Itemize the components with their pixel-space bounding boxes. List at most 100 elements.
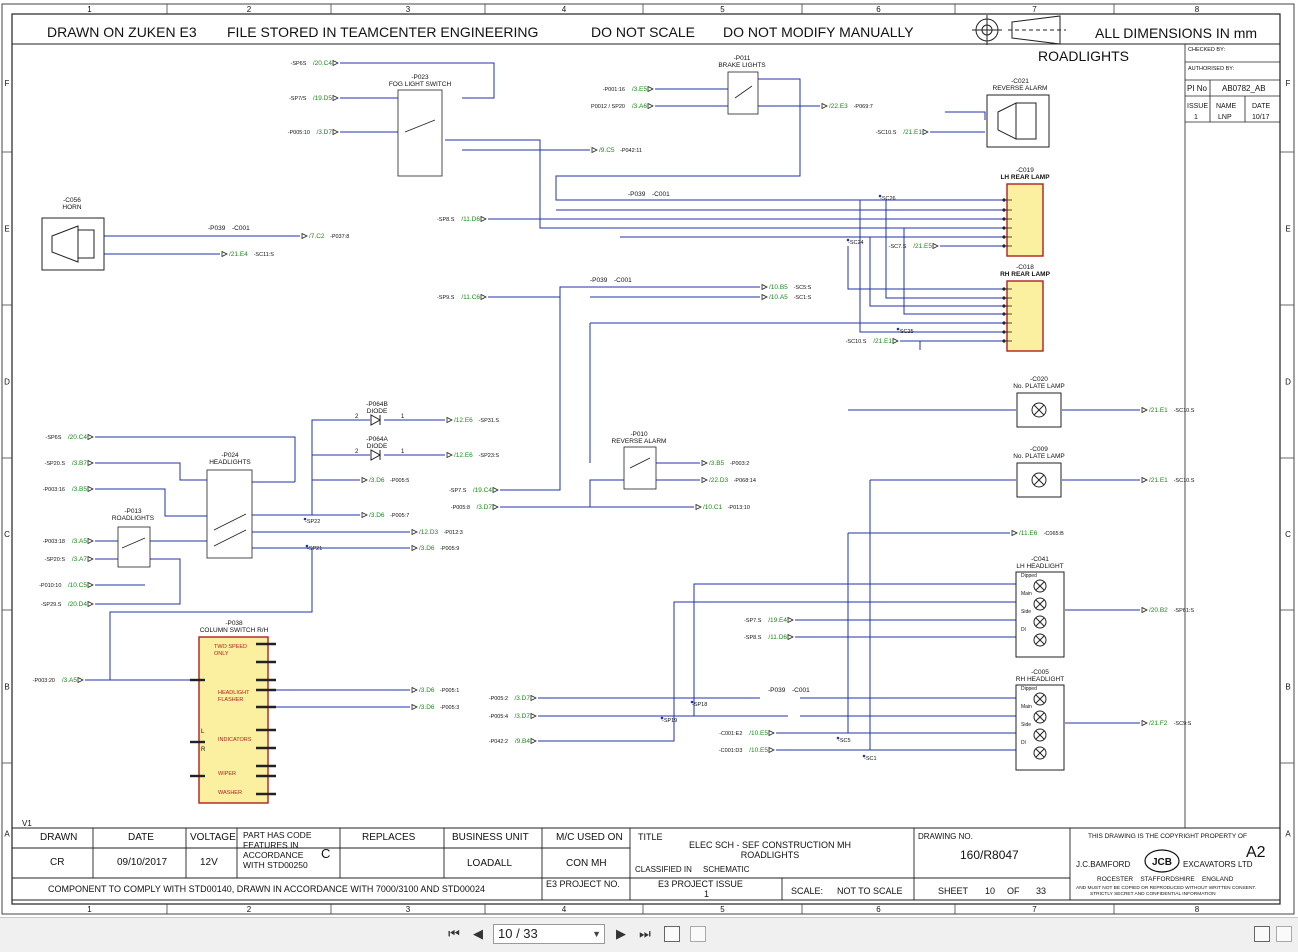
xref-signal: -SC10.S	[876, 130, 897, 136]
page-selector[interactable]: 10 / 33 ▼	[493, 924, 605, 944]
connector-c001-label: -C001	[792, 687, 810, 694]
paste-page-icon[interactable]	[690, 926, 706, 942]
thumbnail-view-icon[interactable]	[1276, 926, 1292, 942]
xref-ref: /3.A5	[62, 677, 78, 684]
tb-voltage-label: VOLTAGE	[190, 832, 236, 843]
plate-lamp-c009-id: -C009	[1030, 446, 1048, 453]
xref-ref: /9.B4	[515, 738, 531, 745]
xref-ref: /22.E3	[829, 103, 848, 110]
tb-classified-value: SCHEMATIC	[703, 865, 750, 874]
tb-classified-label: CLASSIFIED IN	[635, 865, 692, 874]
copy-page-icon[interactable]	[664, 926, 680, 942]
column-switch-section: INDICATORS	[218, 737, 252, 743]
xref-signal: -P005:4	[489, 714, 508, 720]
tb-part-code-class: C	[321, 846, 330, 861]
first-page-icon[interactable]: ⏮	[445, 927, 463, 943]
xref-ref: /20.C4	[68, 434, 88, 441]
checked-by-label: CHECKED BY:	[1188, 47, 1225, 53]
xref-ref: /20.B2	[1149, 607, 1168, 614]
headlight-lamp-label: Side	[1021, 722, 1031, 728]
xref-signal: -SC11:S	[254, 252, 275, 258]
horn-name: HORN	[62, 204, 81, 211]
xref-signal: -SC7.S	[889, 244, 907, 250]
sheet-title: ROADLIGHTS	[1038, 48, 1129, 64]
headlight-lamp-label: Dipped	[1021, 573, 1037, 579]
column-switch-section: ONLY	[214, 651, 229, 657]
xref-signal: -SC10.S	[846, 339, 867, 345]
column-marker-bottom: 3	[406, 905, 411, 914]
previous-page-icon[interactable]: ◀	[469, 927, 487, 943]
rh-rear-lamp-name: RH REAR LAMP	[1000, 271, 1050, 278]
headlight-lamp-label: Dl	[1021, 627, 1026, 633]
row-marker-left: A	[4, 830, 10, 839]
column-switch-section: WIPER	[218, 771, 236, 777]
xref-signal: -P005:8	[451, 505, 470, 511]
diode-p064a-id: -P064A	[366, 436, 388, 443]
tb-sheet-label: SHEET	[938, 886, 969, 896]
xref-signal: -SC5:S	[794, 285, 812, 291]
xref-ref: /21.F2	[1149, 720, 1168, 727]
xref-ref: /3.D7	[316, 129, 332, 136]
xref-signal: -SP29.S	[41, 602, 62, 608]
xref-signal: -SP8.S	[744, 635, 762, 641]
xref-signal: -P012:3	[444, 530, 463, 536]
xref-ref: /21.E4	[229, 251, 248, 258]
xref-ref: /3.D6	[419, 704, 435, 711]
headlight-lamp-label: Side	[1021, 609, 1031, 615]
name-value: LNP	[1218, 114, 1232, 121]
tb-date-value: 09/10/2017	[117, 857, 167, 868]
rh-headlight-id: -C005	[1031, 669, 1049, 676]
schematic-sheet: 1122334455667788 F FE ED DC CB BA A DRAWN ON Z…	[0, 0, 1298, 917]
xref-ref: /3.E5	[632, 86, 648, 93]
xref-ref: /21.E5	[913, 243, 932, 250]
column-marker-bottom: 8	[1195, 905, 1200, 914]
tb-title-line1: ELEC SCH - SEF CONSTRUCTION MH	[689, 840, 851, 850]
tb-scale-label: SCALE:	[791, 886, 823, 896]
column-marker-top: 6	[876, 5, 881, 14]
column-marker-bottom: 1	[87, 905, 92, 914]
tb-company-right: EXCAVATORS LTD	[1183, 860, 1253, 869]
column-switch-section: TWO SPEED	[214, 644, 247, 650]
row-marker-right: B	[1285, 683, 1290, 692]
row-marker-right: A	[1285, 830, 1291, 839]
xref-ref: /19.D5	[313, 95, 333, 102]
reverse-alarm-switch-name: REVERSE ALARM	[612, 438, 667, 445]
horn-id: -C056	[63, 197, 81, 204]
pi-no-value: AB0782_AB	[1222, 84, 1266, 93]
column-marker-top: 3	[406, 5, 411, 14]
lh-rear-lamp-id: -C019	[1016, 167, 1034, 174]
brake-lights-body	[727, 71, 759, 115]
plate-lamp-c020-id: -C020	[1030, 376, 1048, 383]
xref-ref: /9.C5	[599, 147, 615, 154]
xref-ref: /3.D6	[369, 512, 385, 519]
header-dimensions: ALL DIMENSIONS IN mm	[1095, 25, 1257, 41]
viewer-toolbar: ⏮ ◀ 10 / 33 ▼ ▶ ⏭	[0, 917, 1298, 952]
jcb-logo-icon: JCB	[1144, 849, 1180, 873]
reverse-alarm-switch-id: -P010	[630, 431, 648, 438]
column-marker-bottom: 2	[247, 905, 252, 914]
tb-address: ROCESTER STAFFORDSHIRE ENGLAND	[1097, 876, 1234, 883]
xref-ref: /3.D6	[419, 687, 435, 694]
next-page-icon[interactable]: ▶	[612, 927, 630, 943]
node-label: -SC5	[838, 738, 851, 744]
row-marker-left: D	[4, 378, 10, 387]
xref-signal: -C065:B	[1044, 531, 1065, 537]
last-page-icon[interactable]: ⏭	[636, 927, 654, 943]
rh-headlight-name: RH HEADLIGHT	[1016, 676, 1064, 683]
roadlights-switch-id: -P013	[124, 508, 142, 515]
xref-signal: -SP8.S	[437, 217, 455, 223]
xref-ref: /11.C6	[461, 294, 480, 301]
tb-mc-used-value: CON MH	[566, 858, 607, 869]
xref-ref: /10.E5	[749, 747, 768, 754]
header-drawn-on: DRAWN ON ZUKEN E3	[47, 24, 197, 40]
connector-p039-label: -P039	[628, 191, 646, 198]
node-label: -SP18	[692, 702, 707, 708]
column-marker-top: 5	[720, 5, 725, 14]
tb-e3-issue-value: 1	[704, 889, 709, 899]
xref-signal: -SP7/S	[289, 96, 307, 102]
plate-lamp-c020-name: No. PLATE LAMP	[1013, 383, 1065, 390]
xref-signal: -P037:8	[330, 234, 349, 240]
single-page-view-icon[interactable]	[1254, 926, 1270, 942]
xref-signal: -C001:D3	[719, 748, 743, 754]
tb-of-value: 33	[1036, 886, 1046, 896]
